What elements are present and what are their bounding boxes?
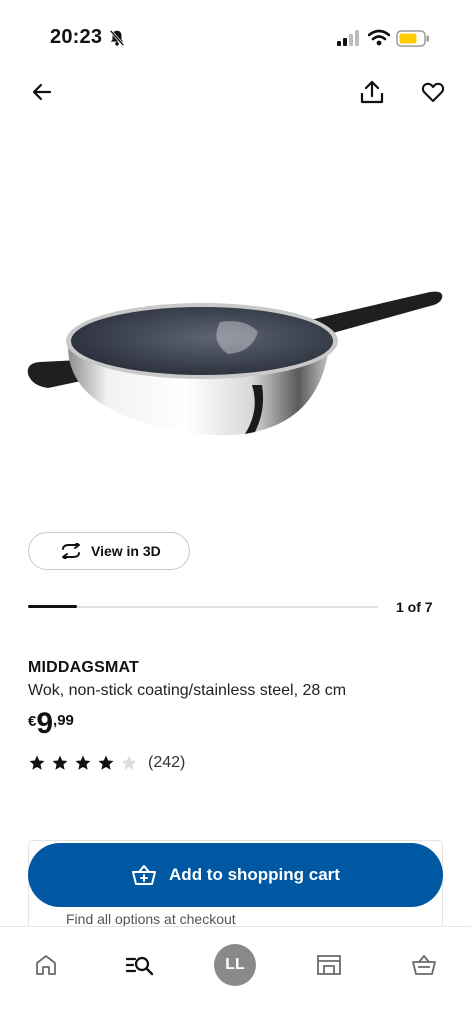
image-counter: 1 of 7	[396, 599, 433, 615]
star-filled-icon	[75, 755, 91, 770]
bottom-nav: LL	[0, 926, 471, 1024]
product-name: MIDDAGSMAT	[28, 659, 140, 676]
signal-icon	[337, 30, 359, 46]
basket-icon	[412, 955, 436, 975]
product-price: € 9 ,99	[28, 708, 74, 740]
price-currency: €	[28, 713, 37, 730]
store-icon	[317, 955, 341, 975]
top-bar	[0, 70, 471, 114]
share-button[interactable]	[354, 74, 390, 110]
star-filled-icon	[29, 755, 45, 770]
image-carousel-progress	[28, 605, 378, 608]
price-decimal: ,99	[53, 712, 74, 729]
view-in-3d-button[interactable]: View in 3D	[28, 532, 190, 570]
rating-stars	[28, 754, 138, 772]
image-carousel-progress-fill	[28, 605, 77, 608]
product-rating[interactable]: (242)	[28, 754, 185, 772]
add-to-cart-button[interactable]: Add to shopping cart	[28, 843, 443, 907]
price-integer: 9	[36, 707, 54, 740]
rating-count: (242)	[148, 754, 186, 771]
star-filled-icon	[98, 755, 114, 770]
back-button[interactable]	[24, 74, 60, 110]
add-to-cart-label: Add to shopping cart	[169, 865, 340, 884]
nav-search[interactable]	[116, 941, 164, 989]
star-filled-icon	[52, 755, 68, 770]
avatar: LL	[214, 944, 256, 986]
checkout-note: Find all options at checkout	[66, 911, 236, 927]
nav-profile[interactable]: LL	[211, 941, 259, 989]
star-empty-icon	[121, 755, 137, 770]
favourite-button[interactable]	[415, 74, 451, 110]
heart-icon	[421, 82, 445, 103]
nav-home[interactable]	[22, 941, 70, 989]
nav-cart[interactable]	[400, 941, 448, 989]
share-icon	[360, 80, 384, 104]
battery-icon	[396, 30, 429, 47]
product-image[interactable]	[20, 270, 450, 450]
status-bar: 20:23	[0, 0, 471, 60]
product-description: Wok, non-stick coating/stainless steel, …	[28, 682, 347, 699]
view-in-3d-label: View in 3D	[91, 543, 161, 559]
status-time: 20:23	[50, 26, 103, 48]
bell-muted-icon	[109, 29, 125, 47]
search-icon	[126, 956, 154, 976]
home-icon	[36, 955, 56, 975]
nav-stores[interactable]	[305, 941, 353, 989]
arrow-left-icon	[32, 83, 52, 101]
rotate-3d-icon	[62, 543, 80, 559]
wifi-icon	[368, 29, 390, 46]
basket-plus-icon	[132, 865, 157, 885]
